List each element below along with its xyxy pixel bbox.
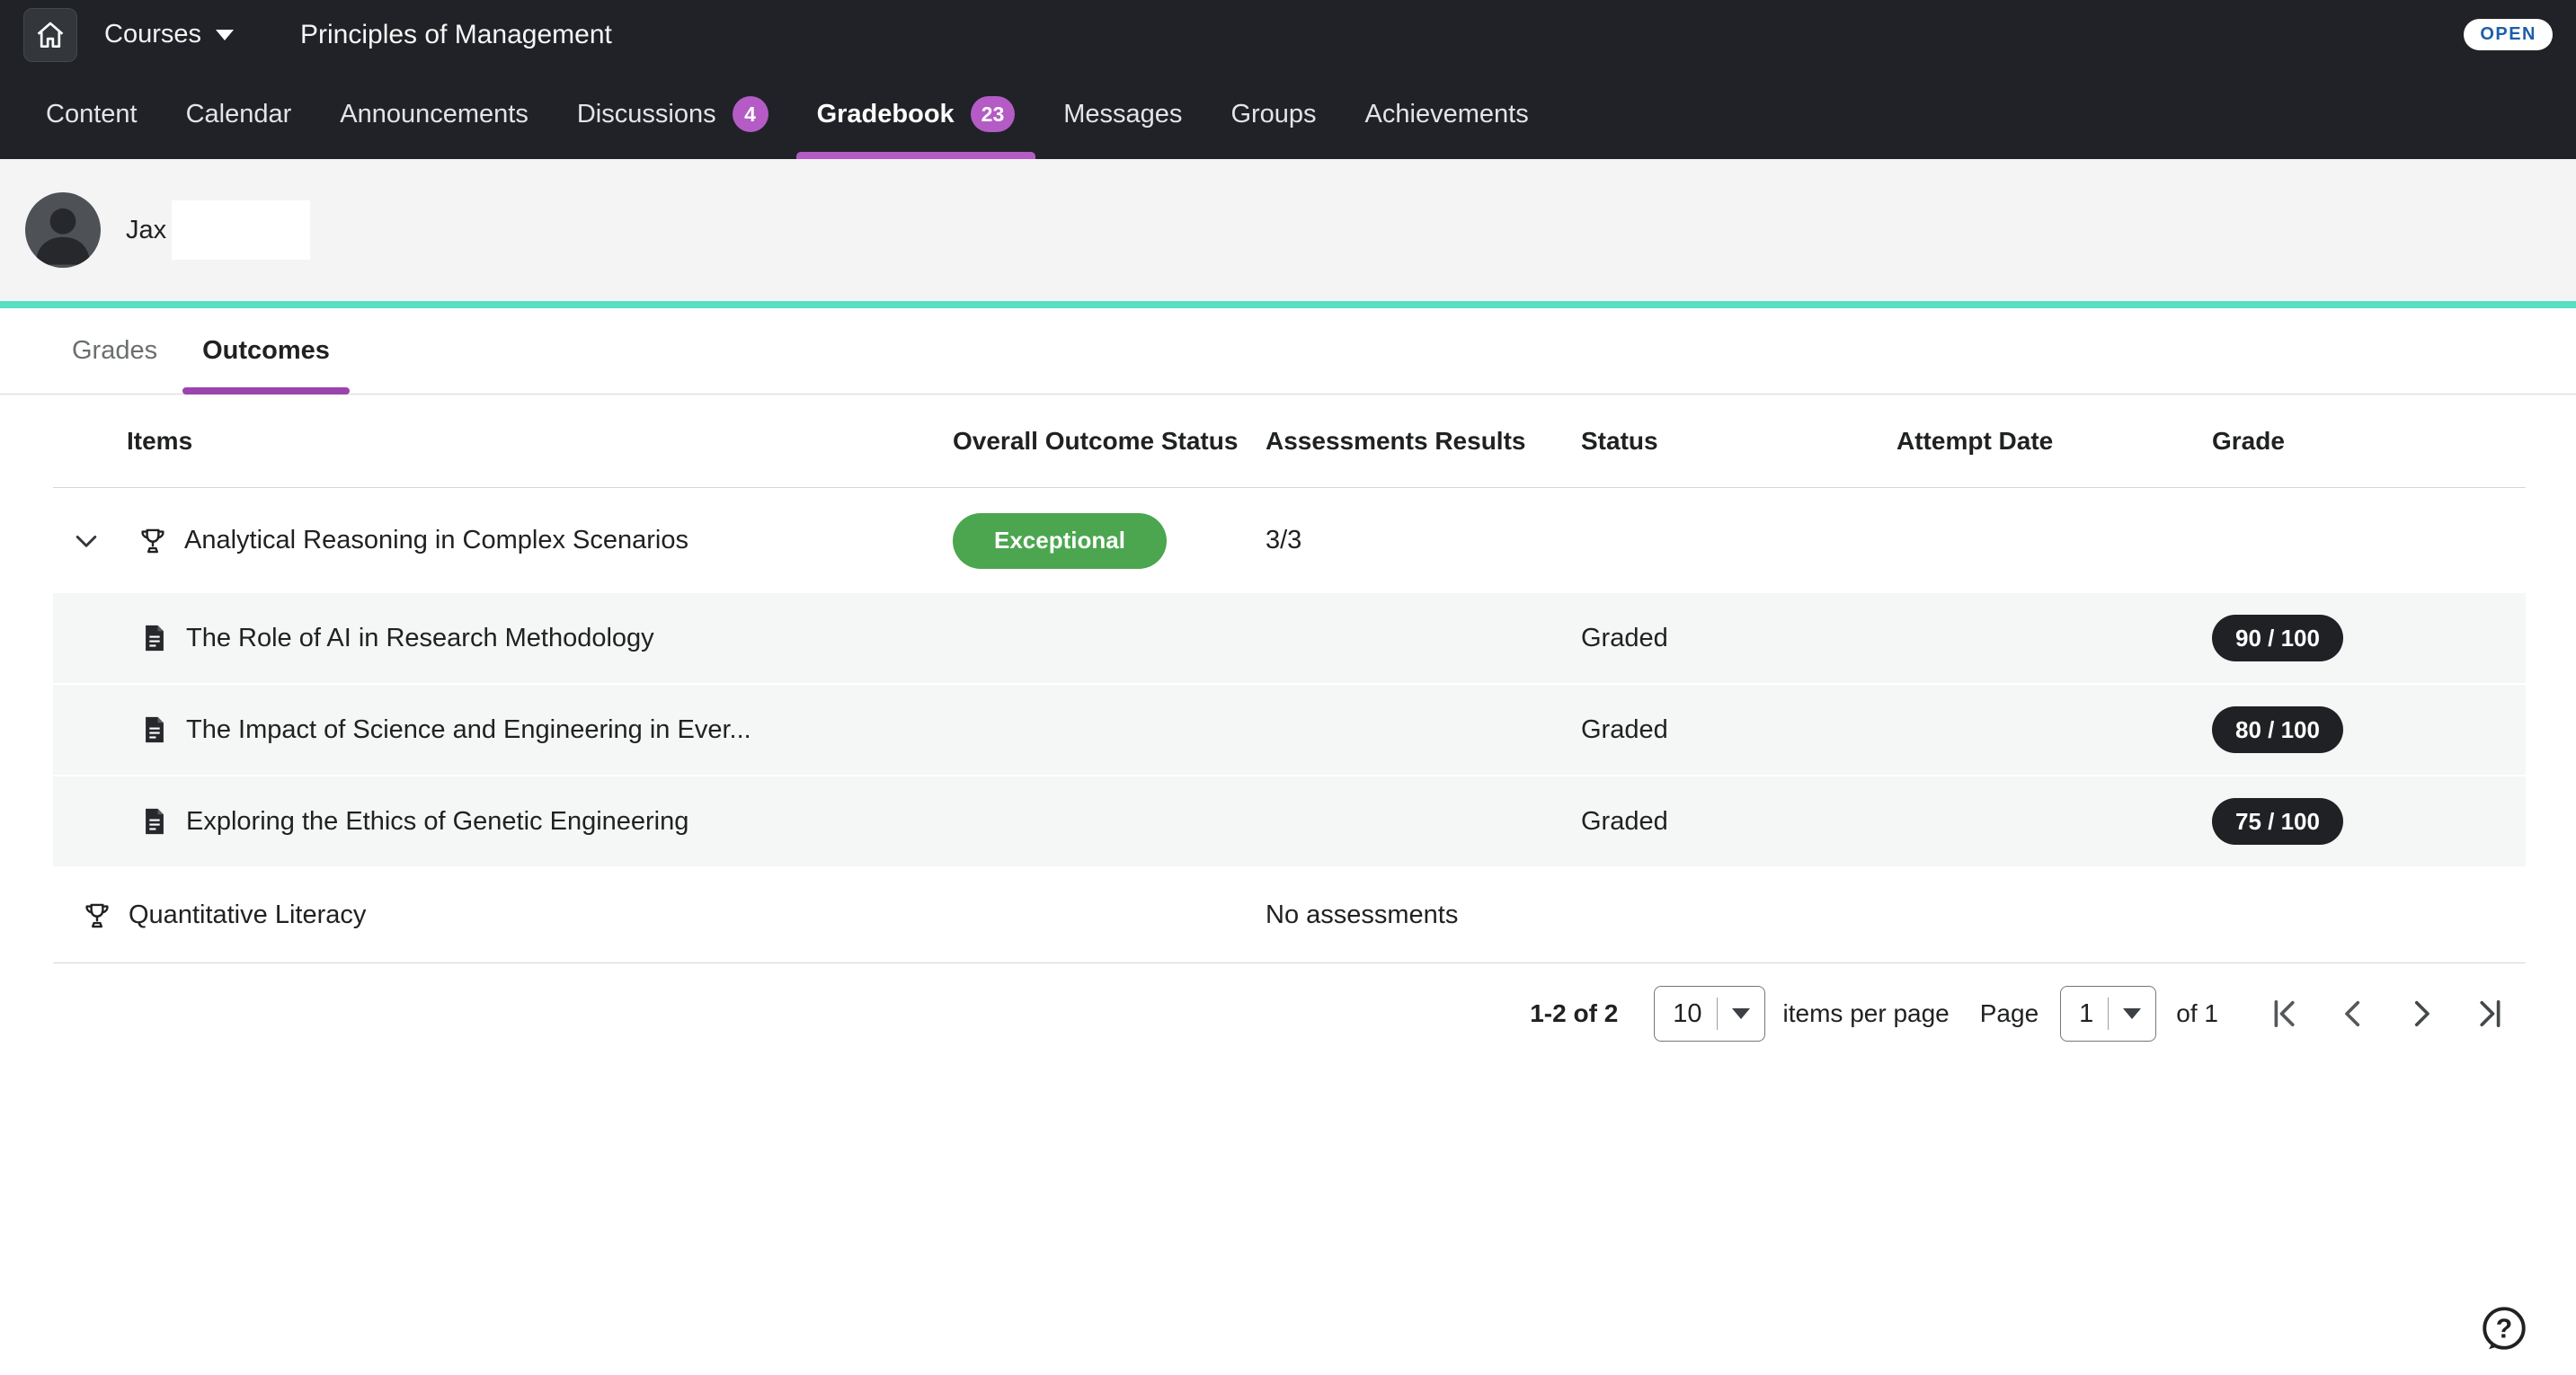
column-header-assessments-results: Assessments Results (1266, 427, 1581, 456)
grade-badge: 75 / 100 (2212, 798, 2343, 845)
nav-item-announcements[interactable]: Announcements (315, 69, 553, 159)
caret-down-icon (1732, 1008, 1750, 1019)
pagination-range: 1-2 of 2 (1530, 999, 1618, 1028)
nav-item-discussions[interactable]: Discussions 4 (553, 69, 793, 159)
assessment-status: Graded (1581, 715, 1668, 744)
nav-item-label: Calendar (186, 100, 292, 129)
nav-item-content[interactable]: Content (22, 69, 162, 159)
course-title: Principles of Management (300, 20, 612, 50)
assessments-results-value: No assessments (1266, 900, 1458, 929)
caret-down-icon (216, 30, 234, 40)
nav-item-label: Announcements (340, 100, 529, 129)
document-icon (139, 623, 170, 653)
grade-badge: 80 / 100 (2212, 706, 2343, 753)
items-per-page-select[interactable]: 10 (1654, 986, 1764, 1042)
last-page-icon (2471, 995, 2509, 1033)
page-label: Page (1980, 999, 2039, 1028)
student-first-name: Jax (126, 216, 166, 245)
person-avatar-icon (25, 192, 101, 268)
first-page-icon (2266, 995, 2304, 1033)
next-page-icon (2403, 995, 2440, 1033)
home-icon (33, 18, 67, 52)
open-status-badge: OPEN (2464, 19, 2553, 50)
pagination-bar: 1-2 of 2 10 items per page Page 1 of 1 (53, 963, 2526, 1064)
page-number-select[interactable]: 1 (2060, 986, 2156, 1042)
document-icon (139, 806, 170, 837)
nav-item-label: Gradebook (817, 100, 955, 129)
chevron-down-icon (70, 525, 102, 557)
help-question-icon: ? (2478, 1302, 2530, 1354)
nav-item-gradebook[interactable]: Gradebook 23 (793, 69, 1040, 159)
caret-down-icon (2123, 1008, 2141, 1019)
assessment-title: Exploring the Ethics of Genetic Engineer… (186, 807, 688, 837)
assessment-row: The Impact of Science and Engineering in… (53, 685, 2526, 776)
previous-page-button[interactable] (2328, 989, 2378, 1039)
items-per-page-label: items per page (1783, 999, 1950, 1028)
column-header-attempt-date: Attempt Date (1896, 427, 2212, 456)
gradebook-tabs: Grades Outcomes (0, 308, 2576, 395)
grade-badge: 90 / 100 (2212, 615, 2343, 661)
nav-item-messages[interactable]: Messages (1039, 69, 1206, 159)
assessment-title: The Role of AI in Research Methodology (186, 624, 654, 653)
next-page-button[interactable] (2396, 989, 2447, 1039)
redacted-last-name (172, 200, 310, 260)
first-page-button[interactable] (2260, 989, 2310, 1039)
gradebook-count-badge: 23 (971, 96, 1016, 132)
outcome-trophy-icon (82, 900, 112, 931)
assessment-row: The Role of AI in Research Methodology G… (53, 593, 2526, 685)
outcome-title: Analytical Reasoning in Complex Scenario… (184, 526, 688, 555)
svg-text:?: ? (2496, 1314, 2512, 1344)
column-header-overall-outcome-status: Overall Outcome Status (953, 427, 1266, 456)
select-divider (2108, 998, 2109, 1030)
previous-page-icon (2334, 995, 2372, 1033)
overall-outcome-status-badge: Exceptional (953, 513, 1167, 569)
nav-item-achievements[interactable]: Achievements (1341, 69, 1553, 159)
outcome-row: Analytical Reasoning in Complex Scenario… (53, 488, 2526, 593)
outcome-row: Quantitative Literacy No assessments (53, 868, 2526, 963)
tab-grades[interactable]: Grades (52, 308, 177, 394)
nav-item-label: Messages (1063, 100, 1182, 129)
tab-outcomes[interactable]: Outcomes (182, 308, 350, 394)
assessments-results-value: 3/3 (1266, 526, 1301, 554)
table-header-row: Items Overall Outcome Status Assessments… (53, 395, 2526, 488)
home-button[interactable] (23, 8, 77, 62)
nav-item-label: Discussions (577, 100, 716, 129)
tab-label: Outcomes (202, 336, 330, 366)
page-number-value: 1 (2079, 999, 2093, 1029)
column-header-grade: Grade (2212, 427, 2526, 456)
assessment-status: Graded (1581, 807, 1668, 836)
outcome-trophy-icon (138, 526, 168, 556)
select-divider (1717, 998, 1718, 1030)
collapse-outcome-button[interactable] (66, 520, 107, 562)
teal-divider (0, 301, 2576, 308)
outcome-title: Quantitative Literacy (129, 900, 366, 930)
help-button[interactable]: ? (2477, 1301, 2531, 1355)
document-icon (139, 714, 170, 745)
student-header: Jax (0, 159, 2576, 301)
avatar (25, 192, 101, 268)
items-per-page-value: 10 (1673, 999, 1701, 1029)
column-header-status: Status (1581, 427, 1896, 456)
tab-label: Grades (72, 336, 157, 366)
column-header-items: Items (53, 427, 953, 456)
pagination-buttons (2242, 989, 2515, 1039)
page-of-label: of 1 (2176, 999, 2218, 1028)
course-navbar: Content Calendar Announcements Discussio… (0, 69, 2576, 159)
nav-item-label: Groups (1230, 100, 1316, 129)
nav-item-groups[interactable]: Groups (1206, 69, 1340, 159)
assessment-title: The Impact of Science and Engineering in… (186, 715, 751, 745)
nav-item-label: Content (46, 100, 138, 129)
nav-item-label: Achievements (1365, 100, 1529, 129)
courses-dropdown[interactable]: Courses (104, 20, 234, 49)
last-page-button[interactable] (2465, 989, 2515, 1039)
outcomes-table: Items Overall Outcome Status Assessments… (53, 395, 2526, 1064)
courses-label: Courses (104, 20, 201, 49)
discussions-count-badge: 4 (733, 96, 768, 132)
nav-item-calendar[interactable]: Calendar (162, 69, 316, 159)
top-bar: Courses Principles of Management OPEN (0, 0, 2576, 69)
assessment-status: Graded (1581, 624, 1668, 652)
assessment-row: Exploring the Ethics of Genetic Engineer… (53, 776, 2526, 868)
